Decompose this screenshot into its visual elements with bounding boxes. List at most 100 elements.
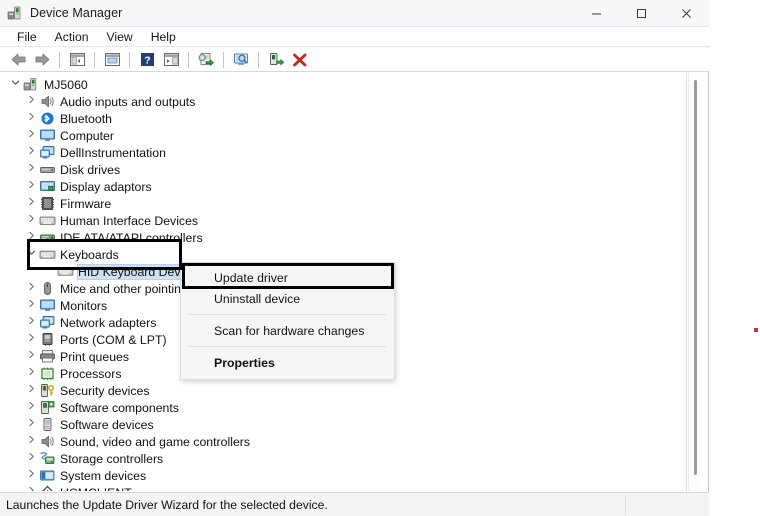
tree-item-storage-controllers[interactable]: Storage controllers — [1, 450, 686, 467]
menu-item-view[interactable]: View — [98, 29, 142, 45]
tree-item-firmware[interactable]: Firmware — [1, 195, 686, 212]
chevron-right-icon[interactable] — [23, 433, 39, 450]
tree-item-label: Network adapters — [60, 315, 157, 330]
tree-item-label: Computer — [60, 128, 114, 143]
chevron-right-icon[interactable] — [23, 484, 39, 491]
context-menu[interactable]: Update driver Uninstall device Scan for … — [180, 262, 395, 380]
chevron-right-icon[interactable] — [23, 297, 39, 314]
tree-item-software-devices[interactable]: Software devices — [1, 416, 686, 433]
chevron-right-icon[interactable] — [23, 365, 39, 382]
toolbar-separator — [59, 51, 60, 68]
tree-item-mj5060[interactable]: MJ5060 — [1, 76, 686, 93]
tree-item-label: Storage controllers — [60, 451, 164, 466]
storage-controller-icon — [39, 451, 56, 466]
tree-item-label: Print queues — [60, 349, 130, 364]
tree-item-bluetooth[interactable]: Bluetooth — [1, 110, 686, 127]
disk-drive-icon — [39, 162, 56, 177]
chevron-down-icon[interactable] — [7, 76, 23, 93]
properties-window-icon[interactable] — [101, 50, 123, 70]
tree-item-computer[interactable]: Computer — [1, 127, 686, 144]
menu-item-action[interactable]: Action — [46, 29, 98, 45]
tree-item-label: Keyboards — [60, 247, 119, 262]
menu-item-help[interactable]: Help — [142, 29, 185, 45]
chevron-right-icon[interactable] — [23, 212, 39, 229]
tree-item-label: Monitors — [60, 298, 108, 313]
back-arrow-icon[interactable] — [7, 50, 29, 70]
tree-item-ucmclient[interactable]: UCMCLIENT — [1, 484, 686, 491]
chevron-right-icon[interactable] — [23, 144, 39, 161]
tree-item-sound-video-and-game-controllers[interactable]: Sound, video and game controllers — [1, 433, 686, 450]
scan-hardware-changes-icon[interactable] — [230, 50, 252, 70]
chevron-right-icon[interactable] — [23, 161, 39, 178]
maximize-button[interactable] — [619, 0, 664, 27]
chevron-right-icon[interactable] — [23, 314, 39, 331]
tree-item-human-interface-devices[interactable]: Human Interface Devices — [1, 212, 686, 229]
tree-item-label: Software components — [60, 400, 179, 415]
chevron-right-icon[interactable] — [23, 450, 39, 467]
tree-item-audio-inputs-and-outputs[interactable]: Audio inputs and outputs — [1, 93, 686, 110]
enable-device-icon[interactable] — [265, 50, 287, 70]
software-component-icon — [39, 400, 56, 415]
vertical-scrollbar[interactable] — [688, 73, 702, 491]
keyboard-icon — [39, 247, 56, 262]
tree-item-ide-ata-atapi-controllers[interactable]: IDE ATA/ATAPI controllers — [1, 229, 686, 246]
status-bar: Launches the Update Driver Wizard for th… — [0, 492, 709, 516]
tree-item-dellinstrumentation[interactable]: DellInstrumentation — [1, 144, 686, 161]
toolbar-separator — [223, 51, 224, 68]
tree-item-label: DellInstrumentation — [60, 145, 166, 160]
chevron-right-icon[interactable] — [23, 195, 39, 212]
tree-item-disk-drives[interactable]: Disk drives — [1, 161, 686, 178]
chevron-right-icon[interactable] — [23, 229, 39, 246]
chevron-down-icon[interactable] — [23, 246, 39, 263]
chevron-right-icon[interactable] — [23, 399, 39, 416]
tree-item-keyboards[interactable]: Keyboards — [1, 246, 686, 263]
chevron-right-icon[interactable] — [23, 110, 39, 127]
close-button[interactable] — [664, 0, 709, 27]
processor-icon — [39, 366, 56, 381]
computer-root-icon — [23, 77, 40, 92]
mouse-icon — [39, 281, 56, 296]
tree-item-system-devices[interactable]: System devices — [1, 467, 686, 484]
context-menu-item-update-driver[interactable]: Update driver — [181, 267, 394, 288]
screenshot-root: Device Manager File Action View Help ? M… — [0, 0, 760, 516]
minimize-button[interactable] — [574, 0, 619, 27]
hid-icon — [39, 213, 56, 228]
software-device-icon — [39, 417, 56, 432]
menu-item-file[interactable]: File — [8, 29, 46, 45]
tree-item-software-components[interactable]: Software components — [1, 399, 686, 416]
show-hide-console-tree-icon[interactable] — [66, 50, 88, 70]
security-device-icon — [39, 383, 56, 398]
help-icon[interactable]: ? — [136, 50, 158, 70]
tree-item-display-adaptors[interactable]: Display adaptors — [1, 178, 686, 195]
tree-item-label: Display adaptors — [60, 179, 152, 194]
chevron-right-icon[interactable] — [23, 280, 39, 297]
chevron-right-icon[interactable] — [23, 331, 39, 348]
tree-item-label: IDE ATA/ATAPI controllers — [60, 230, 203, 245]
monitor-icon — [39, 128, 56, 143]
context-menu-item-scan-for-hardware-changes[interactable]: Scan for hardware changes — [181, 320, 394, 341]
chevron-right-icon[interactable] — [23, 348, 39, 365]
chevron-right-icon[interactable] — [23, 93, 39, 110]
tree-item-label: UCMCLIENT — [60, 486, 136, 492]
chevron-right-icon[interactable] — [23, 467, 39, 484]
uninstall-device-icon[interactable] — [289, 50, 311, 70]
red-dot-marker — [754, 328, 758, 332]
chevron-right-icon[interactable] — [23, 416, 39, 433]
tree-item-label: Sound, video and game controllers — [60, 434, 251, 449]
context-menu-item-uninstall-device[interactable]: Uninstall device — [181, 288, 394, 309]
show-detail-pane-icon[interactable] — [160, 50, 182, 70]
tree-item-security-devices[interactable]: Security devices — [1, 382, 686, 399]
status-bar-text: Launches the Update Driver Wizard for th… — [6, 497, 328, 512]
forward-arrow-icon[interactable] — [31, 50, 53, 70]
chevron-right-icon[interactable] — [23, 382, 39, 399]
tree-item-label: Mice and other pointing — [60, 281, 188, 296]
update-driver-icon[interactable] — [195, 50, 217, 70]
context-menu-item-properties[interactable]: Properties — [181, 352, 394, 373]
tree-item-label: Processors — [60, 366, 122, 381]
scrollbar-thumb[interactable] — [694, 80, 697, 475]
menu-bar: File Action View Help — [0, 27, 709, 47]
context-menu-separator — [189, 314, 386, 315]
chevron-right-icon[interactable] — [23, 127, 39, 144]
bluetooth-icon — [39, 111, 56, 126]
chevron-right-icon[interactable] — [23, 178, 39, 195]
